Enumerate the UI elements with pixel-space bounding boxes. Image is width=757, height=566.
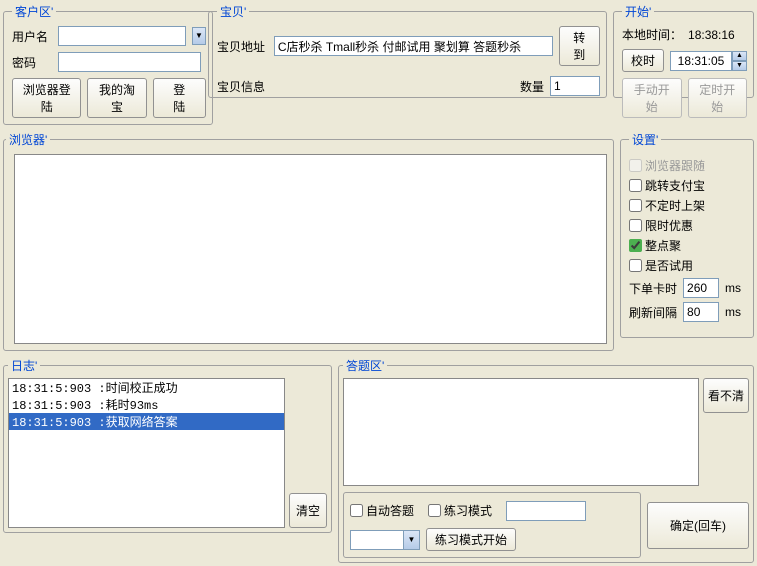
item-addr-input[interactable]: [274, 36, 553, 56]
browser-login-button[interactable]: 浏览器登陆: [12, 78, 81, 118]
login-button[interactable]: 登 陆: [153, 78, 206, 118]
qty-label: 数量: [520, 78, 544, 95]
dropdown-icon[interactable]: ▼: [403, 531, 419, 549]
trial-label: 是否试用: [645, 257, 693, 274]
username-input[interactable]: [58, 26, 186, 46]
answer-image-area: [343, 378, 699, 486]
start-time-input[interactable]: [670, 51, 732, 71]
clear-log-button[interactable]: 清空: [289, 493, 327, 528]
confirm-button[interactable]: 确定(回车): [647, 502, 749, 549]
username-dropdown-icon[interactable]: ▼: [192, 27, 206, 45]
settings-legend: 设置': [629, 131, 661, 148]
follow-label: 浏览器跟随: [645, 157, 705, 174]
answer-input[interactable]: [506, 501, 586, 521]
account-legend: 客户区': [12, 3, 56, 20]
cant-see-button[interactable]: 看不清: [703, 378, 749, 413]
manual-start-button[interactable]: 手动开始: [622, 78, 682, 118]
follow-checkbox: [629, 159, 642, 172]
qty-input[interactable]: [550, 76, 600, 96]
practice-checkbox[interactable]: [428, 504, 441, 517]
ms-label-1: ms: [725, 281, 741, 295]
trial-checkbox[interactable]: [629, 259, 642, 272]
auto-answer-label: 自动答题: [366, 502, 414, 519]
zhengdian-checkbox[interactable]: [629, 239, 642, 252]
refresh-label: 刷新间隔: [629, 304, 677, 321]
item-legend: 宝贝': [217, 3, 249, 20]
log-line[interactable]: 18:31:5:903 :时间校正成功: [9, 379, 284, 396]
item-addr-label: 宝贝地址: [217, 38, 268, 55]
refresh-input[interactable]: [683, 302, 719, 322]
log-line[interactable]: 18:31:5:903 :获取网络答案: [9, 413, 284, 430]
item-info-label: 宝贝信息: [217, 78, 269, 95]
local-time-label: 本地时间：: [622, 26, 682, 43]
password-label: 密码: [12, 54, 52, 71]
zhengdian-label: 整点聚: [645, 237, 681, 254]
order-delay-input[interactable]: [683, 278, 719, 298]
my-taobao-button[interactable]: 我的淘宝: [87, 78, 146, 118]
practice-start-button[interactable]: 练习模式开始: [426, 528, 516, 551]
local-time-value: 18:38:16: [688, 28, 735, 42]
password-input[interactable]: [58, 52, 201, 72]
alipay-checkbox[interactable]: [629, 179, 642, 192]
timed-start-button[interactable]: 定时开始: [688, 78, 748, 118]
answer-dropdown[interactable]: ▼: [350, 530, 420, 550]
browser-area[interactable]: [14, 154, 607, 344]
auto-answer-checkbox[interactable]: [350, 504, 363, 517]
ms-label-2: ms: [725, 305, 741, 319]
time-spin-up-icon[interactable]: ▲: [732, 51, 747, 61]
log-line[interactable]: 18:31:5:903 :耗时93ms: [9, 396, 284, 413]
practice-label: 练习模式: [444, 502, 492, 519]
log-legend: 日志': [8, 357, 40, 374]
discount-label: 限时优惠: [645, 217, 693, 234]
answer-legend: 答题区': [343, 357, 387, 374]
start-legend: 开始': [622, 3, 654, 20]
unshelf-checkbox[interactable]: [629, 199, 642, 212]
discount-checkbox[interactable]: [629, 219, 642, 232]
calibrate-button[interactable]: 校时: [622, 49, 664, 72]
log-listbox[interactable]: 18:31:5:903 :时间校正成功 18:31:5:903 :耗时93ms …: [8, 378, 285, 528]
alipay-label: 跳转支付宝: [645, 177, 705, 194]
browser-legend: 浏览器': [6, 131, 50, 148]
unshelf-label: 不定时上架: [645, 197, 705, 214]
goto-button[interactable]: 转到: [559, 26, 600, 66]
time-spin-down-icon[interactable]: ▼: [732, 61, 747, 71]
order-delay-label: 下单卡时: [629, 280, 677, 297]
username-label: 用户名: [12, 28, 52, 45]
